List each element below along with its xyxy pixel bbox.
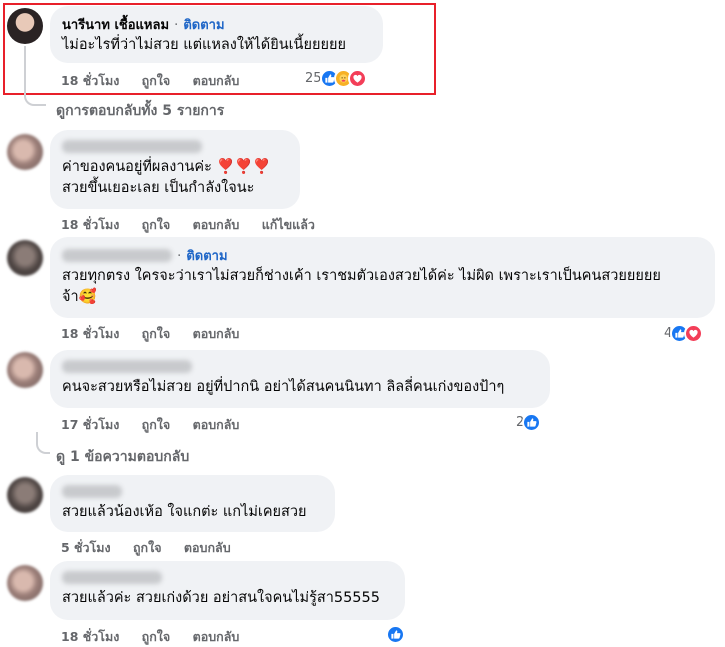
comment-author[interactable] [62, 485, 122, 498]
view-one-reply-link[interactable]: ดู 1 ข้อความตอบกลับ [56, 446, 189, 468]
reaction-summary[interactable]: 2 [516, 412, 542, 432]
reply-button[interactable]: ตอบกลับ [193, 417, 240, 432]
comment-actions: 18 ชั่วโมง ถูกใจ ตอบกลับ [61, 71, 257, 91]
like-button[interactable]: ถูกใจ [142, 417, 171, 432]
avatar[interactable] [7, 240, 43, 276]
comment-text-line: สวยขึ้นเยอะเลย เป็นกำลังใจนะ [62, 180, 255, 196]
comment-bubble: สวยแล้วค่ะ สวยเก่งด้วย อย่าสนใจคนไม่รู้ส… [50, 561, 405, 620]
reply-button[interactable]: ตอบกลับ [193, 629, 240, 644]
comment-bubble: · ติดตาม สวยทุกตรง ใครจะว่าเราไม่สวยก็ช่… [50, 237, 715, 318]
avatar[interactable] [7, 134, 43, 170]
thread-line [24, 46, 46, 106]
reaction-summary[interactable]: 4 [664, 323, 704, 343]
like-icon [386, 624, 405, 644]
comment-bubble: นารีนาท เชื้อแหลม · ติดตาม ไม่อะไรที่ว่า… [50, 6, 383, 63]
comment-timestamp[interactable]: 18 ชั่วโมง [61, 326, 119, 341]
comment-actions: 18 ชั่วโมง ถูกใจ ตอบกลับ [61, 324, 257, 344]
comment-author[interactable] [62, 360, 192, 373]
comment-text-line: ค่าของคนอยู่ที่ผลงานค่ะ ❣️❣️❣️ [62, 159, 271, 175]
comment-text-line: จ้า🥰 [62, 289, 97, 305]
comment-actions: 17 ชั่วโมง ถูกใจ ตอบกลับ [61, 415, 257, 435]
avatar[interactable] [7, 352, 43, 388]
comment-timestamp[interactable]: 18 ชั่วโมง [61, 217, 119, 232]
comment-timestamp[interactable]: 17 ชั่วโมง [61, 417, 119, 432]
avatar[interactable] [7, 8, 43, 44]
love-icon [684, 323, 704, 343]
comment-text-line: สวยแล้วค่ะ สวยเก่งด้วย อย่าสนใจคนไม่รู้ส… [62, 590, 380, 606]
comment-actions: 18 ชั่วโมง ถูกใจ ตอบกลับ แก้ไขแล้ว [61, 215, 333, 235]
reply-button[interactable]: ตอบกลับ [193, 73, 240, 88]
reaction-summary[interactable]: 25 [305, 68, 367, 88]
reaction-summary[interactable] [386, 624, 405, 644]
comment-actions: 5 ชั่วโมง ถูกใจ ตอบกลับ [61, 538, 249, 558]
comment-author[interactable] [62, 249, 172, 262]
comment-text-line: สวยทุกตรง ใครจะว่าเราไม่สวยก็ช่างเค้า เร… [62, 268, 661, 284]
follow-link[interactable]: ติดตาม [183, 18, 224, 33]
like-button[interactable]: ถูกใจ [133, 540, 162, 555]
comment-author[interactable]: นารีนาท เชื้อแหลม [62, 18, 169, 33]
view-all-replies-link[interactable]: ดูการตอบกลับทั้ง 5 รายการ [56, 100, 224, 122]
comment-bubble: คนจะสวยหรือไม่สวย อยู่ที่ปากนิ อย่าได้สน… [50, 350, 550, 408]
like-button[interactable]: ถูกใจ [142, 629, 171, 644]
like-button[interactable]: ถูกใจ [142, 326, 171, 341]
love-icon [347, 68, 367, 88]
comment-author[interactable] [62, 571, 162, 584]
comment-bubble: สวยแล้วน้องเห้อ ใจแกต่ะ แกไม่เคยสวย [50, 475, 335, 532]
comment-timestamp[interactable]: 5 ชั่วโมง [61, 540, 111, 555]
avatar[interactable] [7, 565, 43, 601]
comment-text: ไม่อะไรที่ว่าไม่สวย แต่แหลงให้ได้ยินเนี้… [62, 37, 346, 53]
avatar[interactable] [7, 477, 43, 513]
comment-bubble: ค่าของคนอยู่ที่ผลงานค่ะ ❣️❣️❣️ สวยขึ้นเย… [50, 130, 300, 209]
follow-link[interactable]: ติดตาม [186, 249, 227, 264]
edited-label[interactable]: แก้ไขแล้ว [262, 217, 315, 232]
comment-text-line: คนจะสวยหรือไม่สวย อยู่ที่ปากนิ อย่าได้สน… [62, 379, 505, 395]
comment-timestamp[interactable]: 18 ชั่วโมง [61, 73, 119, 88]
reply-button[interactable]: ตอบกลับ [193, 326, 240, 341]
like-button[interactable]: ถูกใจ [142, 73, 171, 88]
comment-timestamp[interactable]: 18 ชั่วโมง [61, 629, 119, 644]
thread-line [36, 432, 50, 454]
comment-actions: 18 ชั่วโมง ถูกใจ ตอบกลับ [61, 627, 257, 647]
like-button[interactable]: ถูกใจ [142, 217, 171, 232]
reply-button[interactable]: ตอบกลับ [193, 217, 240, 232]
like-icon [522, 412, 542, 432]
reply-button[interactable]: ตอบกลับ [184, 540, 231, 555]
comment-text-line: สวยแล้วน้องเห้อ ใจแกต่ะ แกไม่เคยสวย [62, 504, 307, 520]
comment-author[interactable] [62, 140, 202, 153]
